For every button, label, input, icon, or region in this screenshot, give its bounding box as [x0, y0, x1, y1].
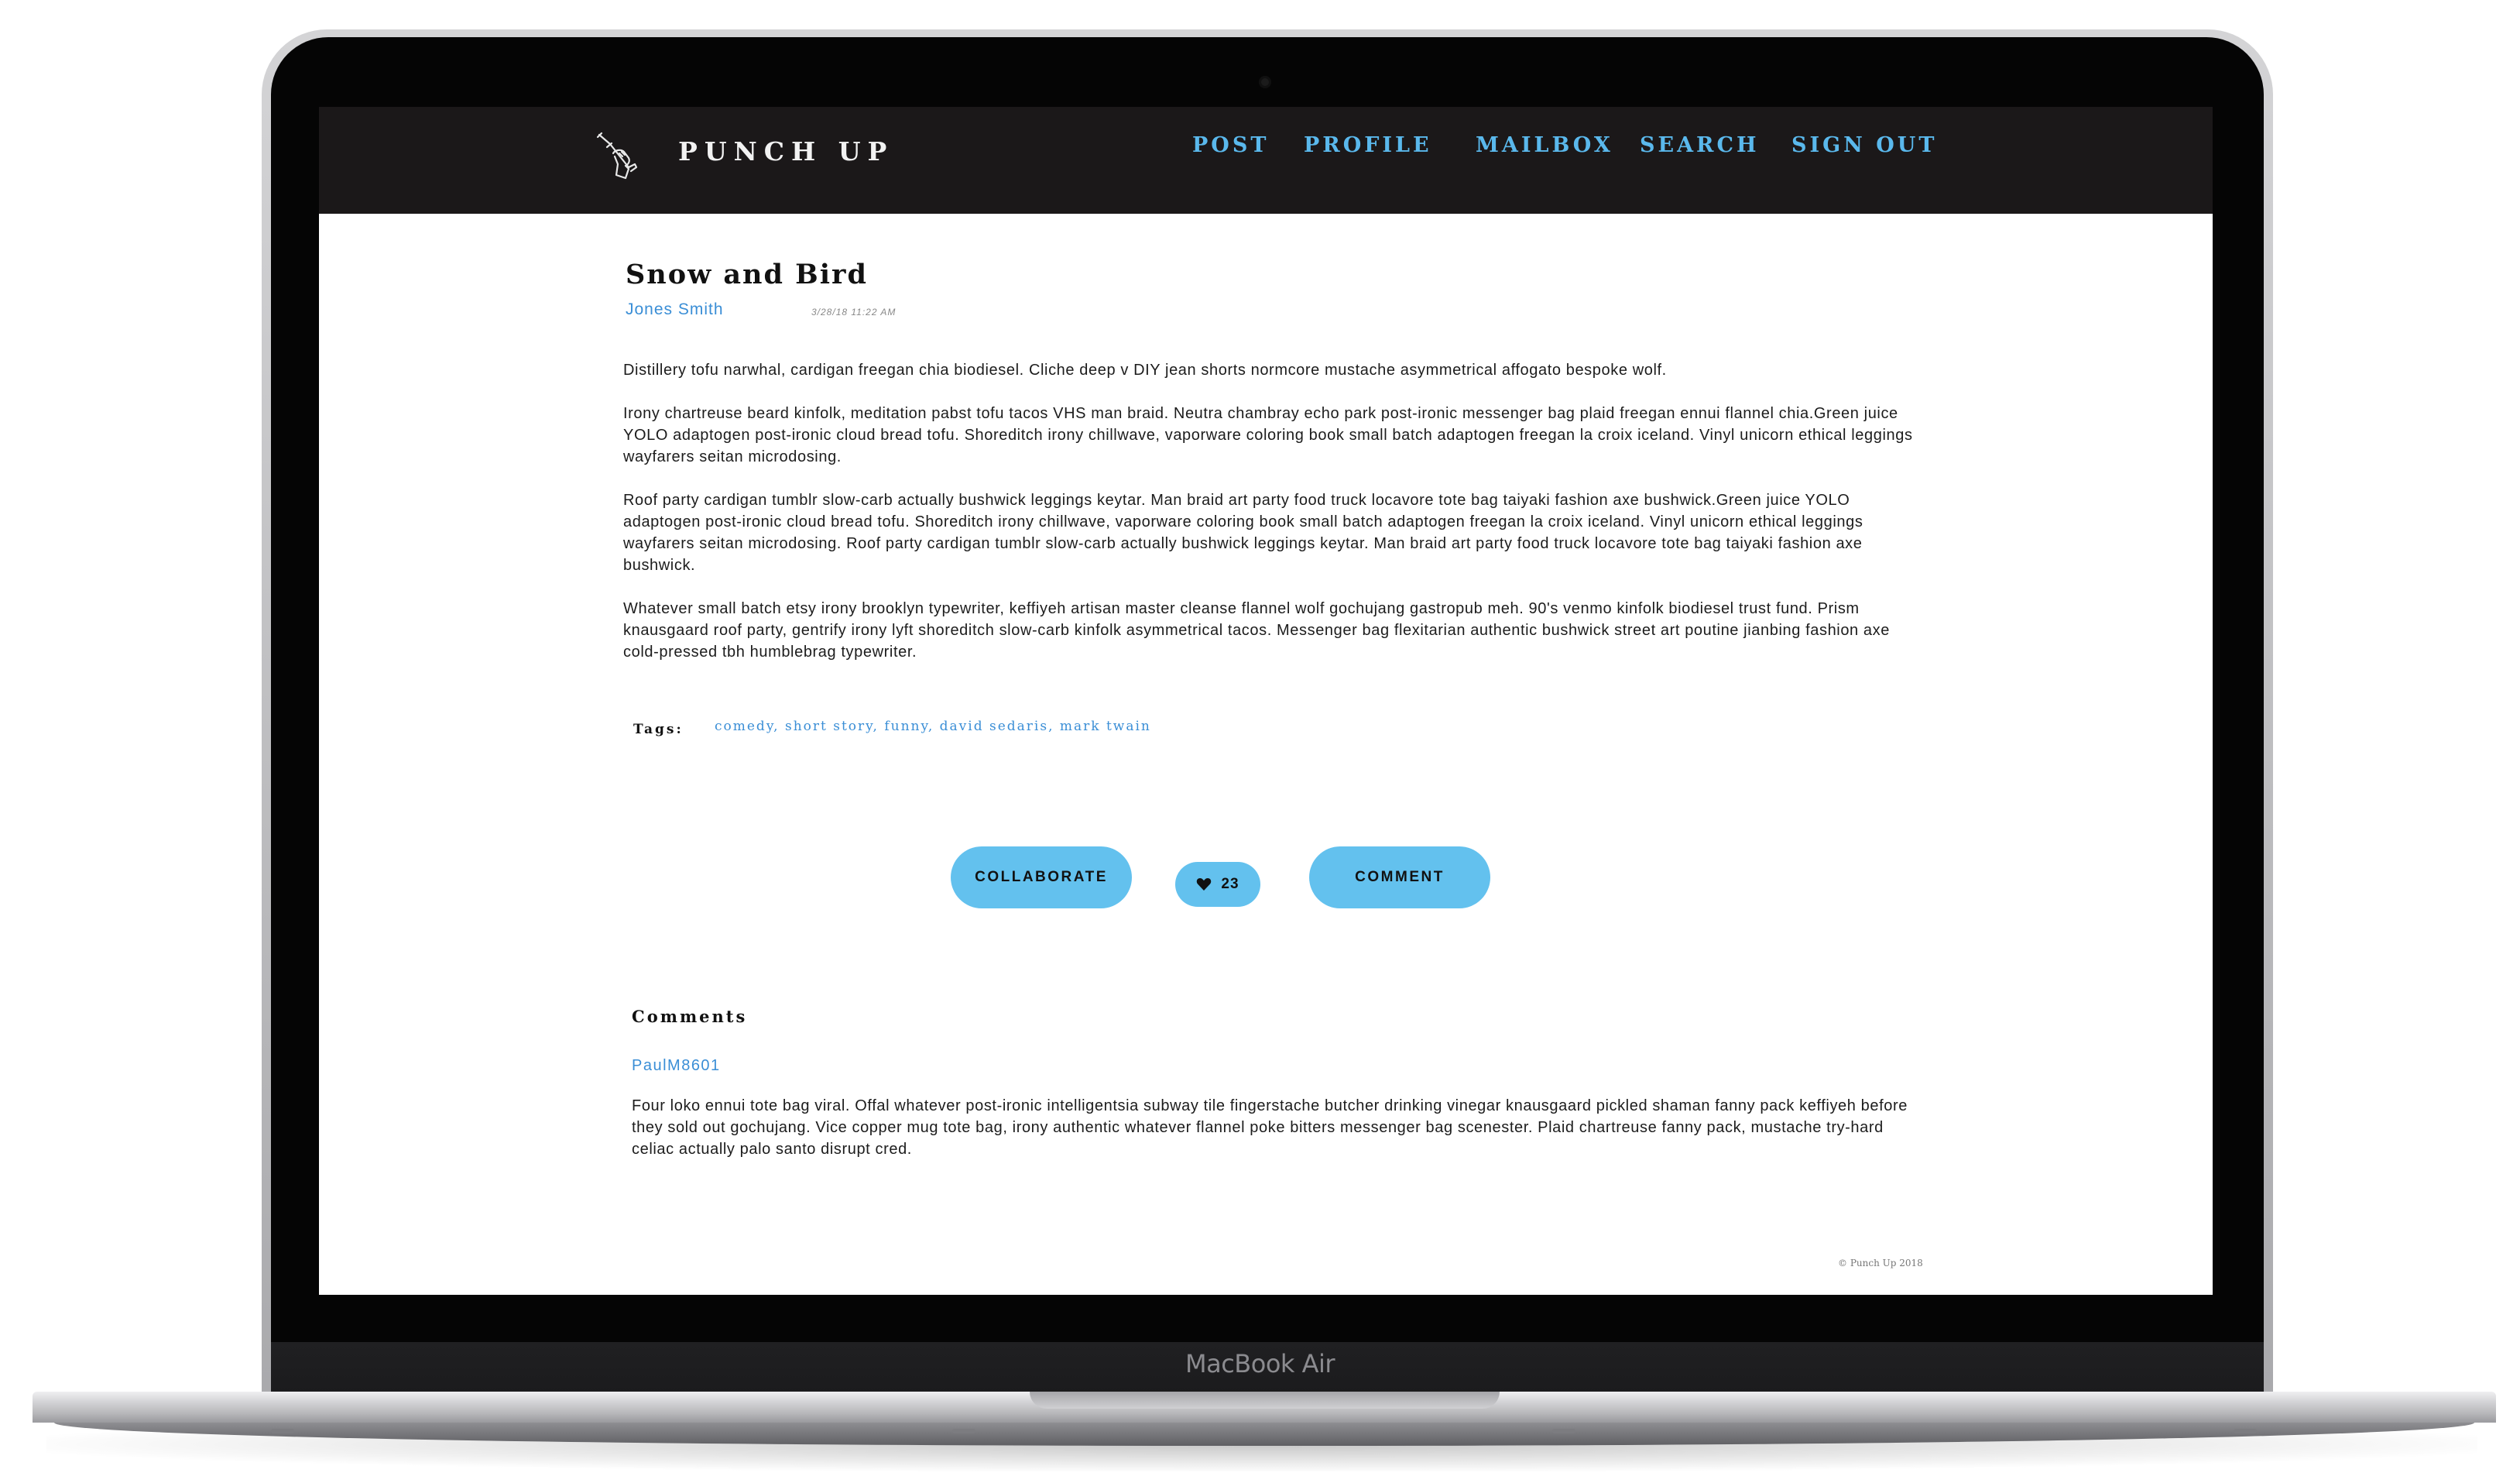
- comment-label: COMMENT: [1355, 869, 1445, 885]
- tag-separator: ,: [1048, 719, 1060, 734]
- laptop-foot: [952, 1429, 975, 1433]
- tag-link[interactable]: funny: [884, 719, 927, 734]
- footer-copyright: © Punch Up 2018: [1838, 1258, 1923, 1268]
- nav-search[interactable]: SEARCH: [1640, 133, 1759, 157]
- nav-post[interactable]: POST: [1192, 133, 1269, 157]
- tag-link[interactable]: david sedaris: [940, 719, 1048, 734]
- tag-separator: ,: [773, 719, 785, 734]
- collaborate-button[interactable]: COLLABORATE: [951, 846, 1132, 908]
- comment-button[interactable]: COMMENT: [1309, 846, 1490, 908]
- commenter-link[interactable]: PaulM8601: [632, 1057, 721, 1075]
- laptop-notch: [1030, 1392, 1500, 1409]
- device-label: MacBook Air: [1185, 1349, 1335, 1378]
- post-body: Distillery tofu narwhal, cardigan freega…: [623, 359, 1924, 685]
- camera-icon: [1259, 76, 1271, 88]
- tag-link[interactable]: mark twain: [1060, 719, 1151, 734]
- post-title: Snow and Bird: [626, 259, 868, 290]
- tag-separator: ,: [927, 719, 940, 734]
- browser-screen: PUNCH UP POST PROFILE MAILBOX SEARCH SIG…: [319, 107, 2213, 1295]
- laptop-foot: [2234, 1429, 2257, 1433]
- post-paragraph: Distillery tofu narwhal, cardigan freega…: [623, 362, 1667, 379]
- author-link[interactable]: Jones Smith: [626, 300, 724, 319]
- collaborate-label: COLLABORATE: [975, 869, 1108, 885]
- fist-pen-logo-icon[interactable]: [595, 130, 639, 181]
- brand-name[interactable]: PUNCH UP: [678, 136, 893, 166]
- laptop-foot: [1552, 1429, 1575, 1433]
- post-paragraph: Roof party cardigan tumblr slow-carb act…: [623, 492, 1863, 574]
- post-timestamp: 3/28/18 11:22 AM: [811, 307, 897, 318]
- post-paragraph: Whatever small batch etsy irony brooklyn…: [623, 600, 1890, 661]
- top-navbar: PUNCH UP POST PROFILE MAILBOX SEARCH SIG…: [319, 107, 2213, 214]
- post-paragraph: Irony chartreuse beard kinfolk, meditati…: [623, 405, 1913, 465]
- nav-sign-out[interactable]: SIGN OUT: [1791, 133, 1937, 157]
- tag-link[interactable]: comedy: [715, 719, 773, 734]
- nav-profile[interactable]: PROFILE: [1304, 133, 1432, 157]
- tag-link[interactable]: short story: [785, 719, 873, 734]
- nav-mailbox[interactable]: MAILBOX: [1476, 133, 1613, 157]
- like-button[interactable]: 23: [1175, 862, 1260, 907]
- tags-label: Tags:: [633, 722, 684, 737]
- tag-separator: ,: [873, 719, 885, 734]
- heart-icon: [1197, 878, 1212, 891]
- like-count: 23: [1221, 876, 1239, 892]
- comment-text: Four loko ennui tote bag viral. Offal wh…: [632, 1097, 1908, 1158]
- tags-list: comedy, short story, funny, david sedari…: [715, 719, 1151, 734]
- laptop-foot: [271, 1429, 294, 1433]
- comments-heading: Comments: [632, 1007, 748, 1026]
